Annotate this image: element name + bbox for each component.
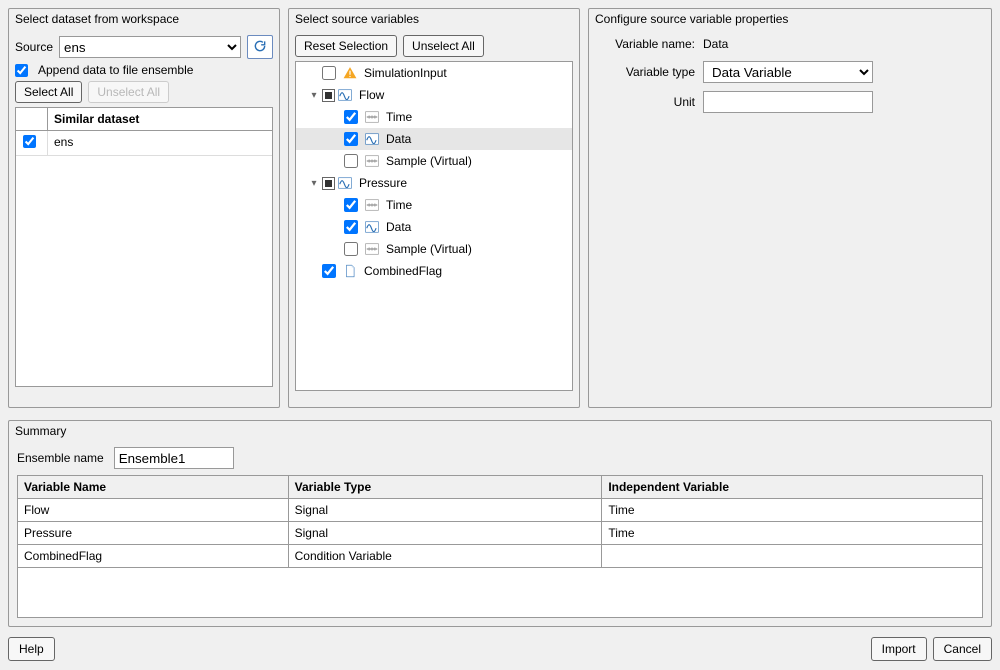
- tree-expand-icon[interactable]: ▾: [308, 178, 320, 189]
- signal-icon: [364, 131, 380, 147]
- ensemble-name-label: Ensemble name: [17, 451, 104, 465]
- tree-row[interactable]: Sample (Virtual): [296, 238, 572, 260]
- tree-row[interactable]: Time: [296, 106, 572, 128]
- tree-row[interactable]: Data: [296, 216, 572, 238]
- summary-column-header: Variable Name: [18, 476, 289, 499]
- tree-checkbox[interactable]: [322, 264, 336, 278]
- select-all-button[interactable]: Select All: [15, 81, 82, 103]
- panel-source-variables: Select source variables Reset Selection …: [288, 8, 580, 408]
- panel-select-dataset: Select dataset from workspace Source ens…: [8, 8, 280, 408]
- source-label: Source: [15, 40, 53, 54]
- signal-icon: [364, 219, 380, 235]
- tree-expand-icon[interactable]: ▾: [308, 90, 320, 101]
- tree-row-label: Pressure: [355, 176, 407, 190]
- summary-cell: Condition Variable: [288, 545, 602, 568]
- summary-row: FlowSignalTime: [18, 499, 983, 522]
- refresh-icon: [253, 39, 267, 56]
- tree-row[interactable]: Sample (Virtual): [296, 150, 572, 172]
- panel-select-dataset-title: Select dataset from workspace: [9, 9, 279, 31]
- tree-row-label: CombinedFlag: [360, 264, 442, 278]
- reset-selection-button[interactable]: Reset Selection: [295, 35, 397, 57]
- tree-row[interactable]: ▾ Pressure: [296, 172, 572, 194]
- dataset-row[interactable]: ens: [16, 131, 272, 156]
- variable-name-label: Variable name:: [595, 37, 695, 51]
- unselect-all-button[interactable]: Unselect All: [88, 81, 169, 103]
- ensemble-name-input[interactable]: [114, 447, 234, 469]
- summary-cell: Time: [602, 522, 983, 545]
- tree-row-label: Sample (Virtual): [382, 154, 472, 168]
- unit-label: Unit: [595, 95, 695, 109]
- panel-source-variables-title: Select source variables: [289, 9, 579, 31]
- help-button[interactable]: Help: [8, 637, 55, 661]
- tree-checkbox[interactable]: [344, 110, 358, 124]
- axis-icon: [364, 109, 380, 125]
- tree-checkbox[interactable]: [322, 177, 335, 190]
- axis-icon: [364, 197, 380, 213]
- tree-checkbox[interactable]: [322, 89, 335, 102]
- append-checkbox[interactable]: [15, 64, 28, 77]
- tree-row-label: Sample (Virtual): [382, 242, 472, 256]
- summary-table: Variable NameVariable TypeIndependent Va…: [17, 475, 983, 568]
- doc-icon: [342, 263, 358, 279]
- tree-checkbox[interactable]: [344, 154, 358, 168]
- tree-row-label: SimulationInput: [360, 66, 447, 80]
- tree-row[interactable]: ▾ Flow: [296, 84, 572, 106]
- tree-row[interactable]: Time: [296, 194, 572, 216]
- dataset-row-checkbox[interactable]: [23, 135, 36, 148]
- tree-checkbox[interactable]: [344, 220, 358, 234]
- summary-cell: CombinedFlag: [18, 545, 289, 568]
- summary-cell: Pressure: [18, 522, 289, 545]
- variable-type-label: Variable type: [595, 65, 695, 79]
- append-label: Append data to file ensemble: [38, 63, 193, 77]
- summary-table-empty-area: [17, 568, 983, 618]
- tree-row[interactable]: Data: [296, 128, 572, 150]
- tree-checkbox[interactable]: [344, 132, 358, 146]
- tree-row[interactable]: SimulationInput: [296, 62, 572, 84]
- warning-icon: [342, 65, 358, 81]
- summary-cell: Signal: [288, 522, 602, 545]
- panel-properties: Configure source variable properties Var…: [588, 8, 992, 408]
- tree-row-label: Data: [382, 220, 411, 234]
- unit-input[interactable]: [703, 91, 873, 113]
- summary-column-header: Variable Type: [288, 476, 602, 499]
- tree-checkbox[interactable]: [344, 198, 358, 212]
- tree-row-label: Time: [382, 198, 412, 212]
- tree-checkbox[interactable]: [344, 242, 358, 256]
- tree-row-label: Flow: [355, 88, 384, 102]
- panel-summary-title: Summary: [9, 421, 991, 443]
- refresh-button[interactable]: [247, 35, 273, 59]
- summary-cell: Flow: [18, 499, 289, 522]
- dataset-row-name: ens: [48, 131, 272, 155]
- source-dropdown[interactable]: ens: [59, 36, 241, 58]
- variable-type-dropdown[interactable]: Data Variable: [703, 61, 873, 83]
- signal-icon: [337, 175, 353, 191]
- summary-cell: Signal: [288, 499, 602, 522]
- tree-row-label: Data: [382, 132, 411, 146]
- similar-dataset-header: Similar dataset: [48, 108, 272, 130]
- summary-column-header: Independent Variable: [602, 476, 983, 499]
- summary-row: CombinedFlagCondition Variable: [18, 545, 983, 568]
- tree-row-label: Time: [382, 110, 412, 124]
- panel-properties-title: Configure source variable properties: [589, 9, 991, 31]
- import-button[interactable]: Import: [871, 637, 927, 661]
- summary-cell: Time: [602, 499, 983, 522]
- unselect-all-vars-button[interactable]: Unselect All: [403, 35, 484, 57]
- tree-checkbox[interactable]: [322, 66, 336, 80]
- similar-dataset-table: Similar dataset ens: [15, 107, 273, 387]
- signal-icon: [337, 87, 353, 103]
- panel-summary: Summary Ensemble name Variable NameVaria…: [8, 420, 992, 627]
- summary-row: PressureSignalTime: [18, 522, 983, 545]
- summary-cell: [602, 545, 983, 568]
- source-variables-tree[interactable]: SimulationInput ▾ Flow Time Data Sample (Virt…: [295, 61, 573, 391]
- axis-icon: [364, 153, 380, 169]
- variable-name-value: Data: [703, 35, 883, 53]
- cancel-button[interactable]: Cancel: [933, 637, 992, 661]
- tree-row[interactable]: CombinedFlag: [296, 260, 572, 282]
- axis-icon: [364, 241, 380, 257]
